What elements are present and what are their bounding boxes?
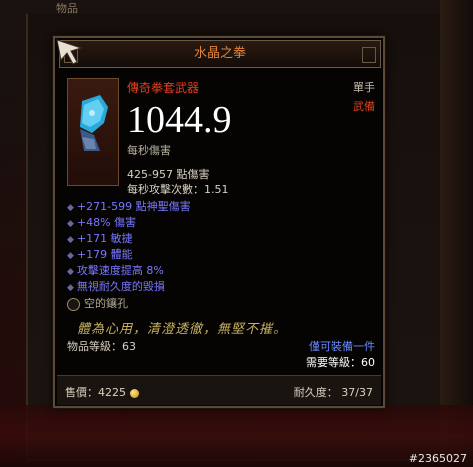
affix-text: +271-599 點神聖傷害 <box>76 200 191 213</box>
affix-bullet-icon: ◆ <box>67 235 74 245</box>
affix-line: ◆ 無視耐久度的毀損 <box>67 278 165 294</box>
affix-bullet-icon: ◆ <box>67 267 74 277</box>
affix-text: +179 體能 <box>76 248 133 261</box>
inventory-tab-label[interactable]: 物品 <box>56 0 78 16</box>
tooltip-footer: 售價：4225 耐久度： 37/37 <box>57 375 381 405</box>
attacks-per-second: 每秒攻擊次數：1.51 <box>127 183 229 196</box>
dps-label: 每秒傷害 <box>127 144 171 157</box>
flavor-text: 體為心用，清澄透徹，無堅不摧。 <box>77 322 288 337</box>
cursor-arrow-icon <box>56 39 83 65</box>
header-ornament-right <box>362 47 376 63</box>
affix-text: 攻擊速度提高 8% <box>76 264 164 277</box>
panel-frame <box>440 0 473 467</box>
socket-icon <box>67 297 80 311</box>
affix-bullet-icon: ◆ <box>67 251 74 261</box>
affix-bullet-icon: ◆ <box>67 203 74 213</box>
socket-label: 空的鑲孔 <box>84 297 128 310</box>
sell-value-text: 售價：4225 <box>65 386 126 399</box>
tooltip-header: 水晶之拳 <box>59 40 381 68</box>
empty-socket: 空的鑲孔 <box>67 295 128 311</box>
affix-text: 無視耐久度的毀損 <box>76 280 165 293</box>
damage-range: 425-957 點傷害 <box>127 168 210 181</box>
item-slot-type: 武備 <box>353 100 375 113</box>
item-type: 傳奇拳套武器 <box>127 81 200 95</box>
affix-line: ◆ 攻擊速度提高 8% <box>67 262 164 278</box>
affix-text: +48% 傷害 <box>76 216 137 229</box>
durability: 耐久度： 37/37 <box>293 386 373 399</box>
dps-value: 1044.9 <box>127 99 232 141</box>
item-slot: 單手 <box>353 81 375 94</box>
item-name: 水晶之拳 <box>193 46 246 61</box>
watermark: #2365027 <box>408 452 467 465</box>
required-level: 需要等級：60 <box>306 356 375 369</box>
gold-coin-icon <box>130 388 139 398</box>
gem-fist-weapon-icon <box>80 95 108 151</box>
affix-line: ◆ +171 敏捷 <box>67 230 133 246</box>
background-glow <box>0 405 473 467</box>
affix-text: +171 敏捷 <box>76 232 133 245</box>
affix-bullet-icon: ◆ <box>67 219 74 229</box>
item-tooltip: 水晶之拳 傳奇拳套武器 單手 武備 1044.9 每秒傷害 425-957 點傷… <box>53 36 385 408</box>
unique-equipped: 僅可裝備一件 <box>309 340 375 353</box>
affix-line: ◆ +179 體能 <box>67 246 133 262</box>
item-icon-frame <box>67 78 119 186</box>
sell-value: 售價：4225 <box>65 384 139 400</box>
item-level: 物品等級：63 <box>67 340 136 353</box>
affix-bullet-icon: ◆ <box>67 283 74 293</box>
affix-line: ◆ +48% 傷害 <box>67 214 136 230</box>
affix-line: ◆ +271-599 點神聖傷害 <box>67 198 191 214</box>
